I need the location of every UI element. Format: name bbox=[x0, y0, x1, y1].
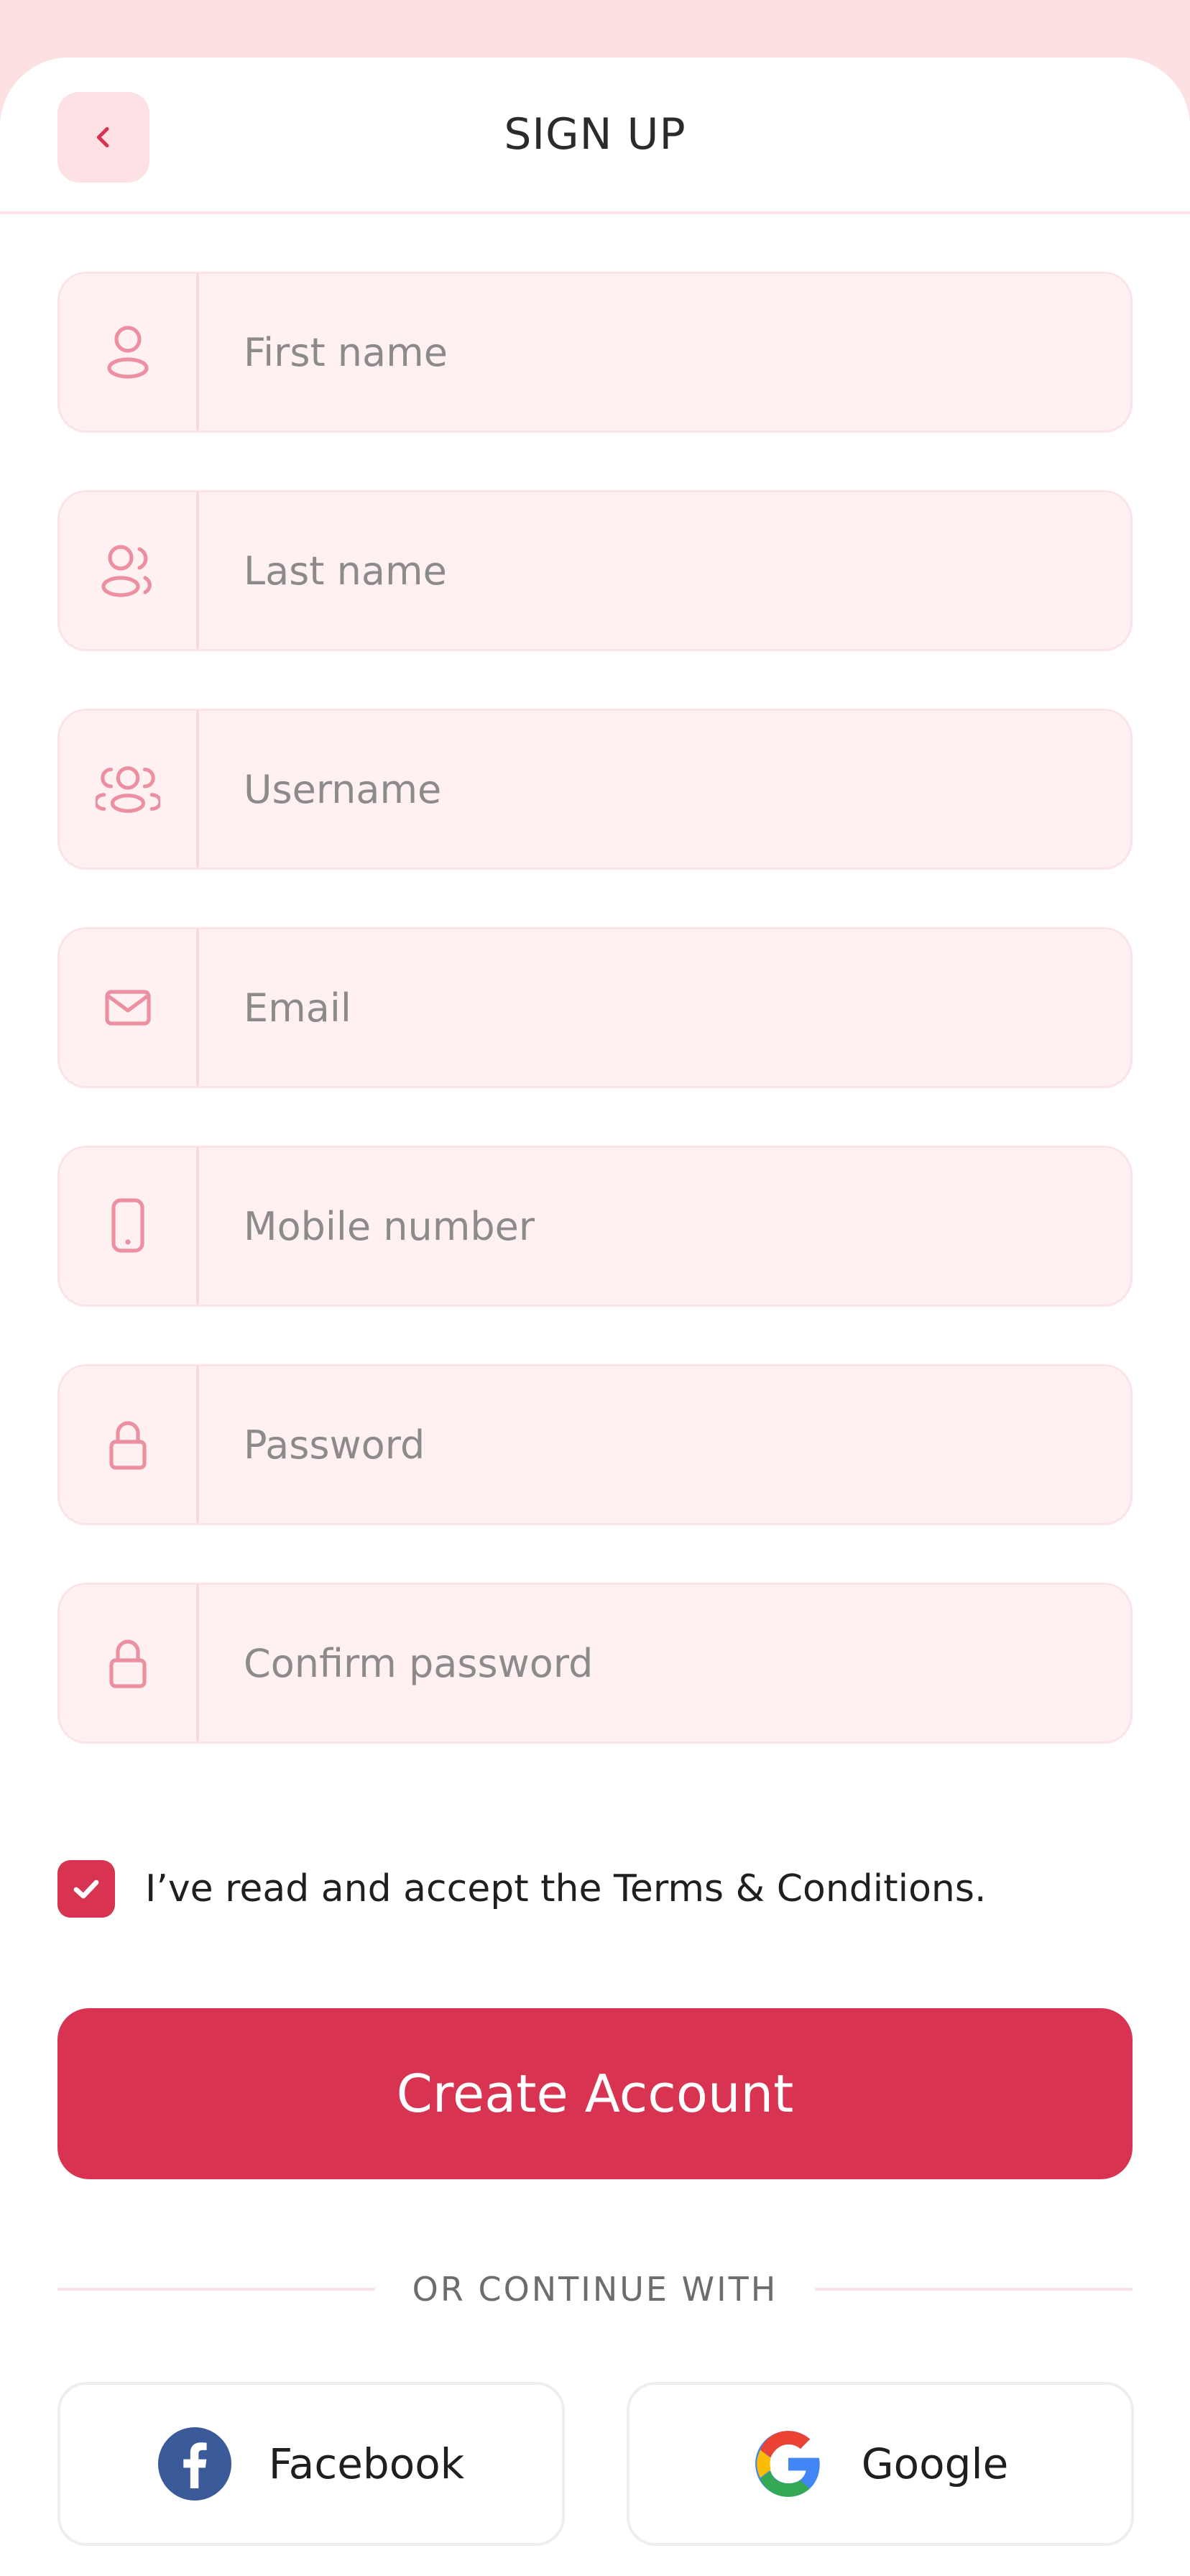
divider-line bbox=[815, 2288, 1133, 2291]
google-label: Google bbox=[861, 2439, 1009, 2488]
confirm-password-input[interactable] bbox=[199, 1585, 1130, 1742]
signup-screen: SIGN UP First name Last name Username Em… bbox=[0, 0, 1190, 2576]
terms-label: I’ve read and accept the Terms & Conditi… bbox=[145, 1867, 987, 1910]
phone-icon bbox=[60, 1148, 199, 1305]
terms-row: I’ve read and accept the Terms & Conditi… bbox=[57, 1859, 986, 1919]
user-icon bbox=[60, 274, 199, 431]
terms-checkbox[interactable] bbox=[57, 1860, 115, 1918]
username-input[interactable] bbox=[199, 711, 1130, 868]
form-sheet: SIGN UP First name Last name Username Em… bbox=[0, 58, 1190, 2576]
facebook-button[interactable]: Facebook bbox=[57, 2382, 565, 2546]
divider-line bbox=[57, 2288, 375, 2291]
header: SIGN UP bbox=[0, 58, 1190, 214]
page-title: SIGN UP bbox=[504, 109, 686, 160]
mobile-input[interactable] bbox=[199, 1148, 1130, 1305]
password-input[interactable] bbox=[199, 1366, 1130, 1523]
password-field bbox=[57, 1364, 1133, 1525]
create-account-button[interactable]: Create Account bbox=[57, 2008, 1133, 2179]
facebook-label: Facebook bbox=[268, 2439, 465, 2488]
email-input[interactable] bbox=[199, 929, 1130, 1086]
divider-label: OR CONTINUE WITH bbox=[412, 2270, 778, 2309]
first-name-input[interactable] bbox=[199, 274, 1130, 431]
users-icon bbox=[60, 492, 199, 649]
last-name-input[interactable] bbox=[199, 492, 1130, 649]
mail-icon bbox=[60, 929, 199, 1086]
google-icon bbox=[755, 2431, 820, 2497]
lock-icon bbox=[60, 1585, 199, 1742]
checkmark-icon bbox=[73, 1880, 99, 1899]
confirm-password-field bbox=[57, 1583, 1133, 1744]
email-field bbox=[57, 927, 1133, 1088]
lock-icon bbox=[60, 1366, 199, 1523]
first-name-field bbox=[57, 272, 1133, 433]
mobile-field bbox=[57, 1146, 1133, 1307]
google-button[interactable]: Google bbox=[627, 2382, 1134, 2546]
continue-divider: OR CONTINUE WITH bbox=[57, 2266, 1133, 2313]
facebook-icon bbox=[157, 2427, 231, 2501]
group-icon bbox=[60, 711, 199, 868]
last-name-field bbox=[57, 490, 1133, 651]
username-field bbox=[57, 709, 1133, 870]
